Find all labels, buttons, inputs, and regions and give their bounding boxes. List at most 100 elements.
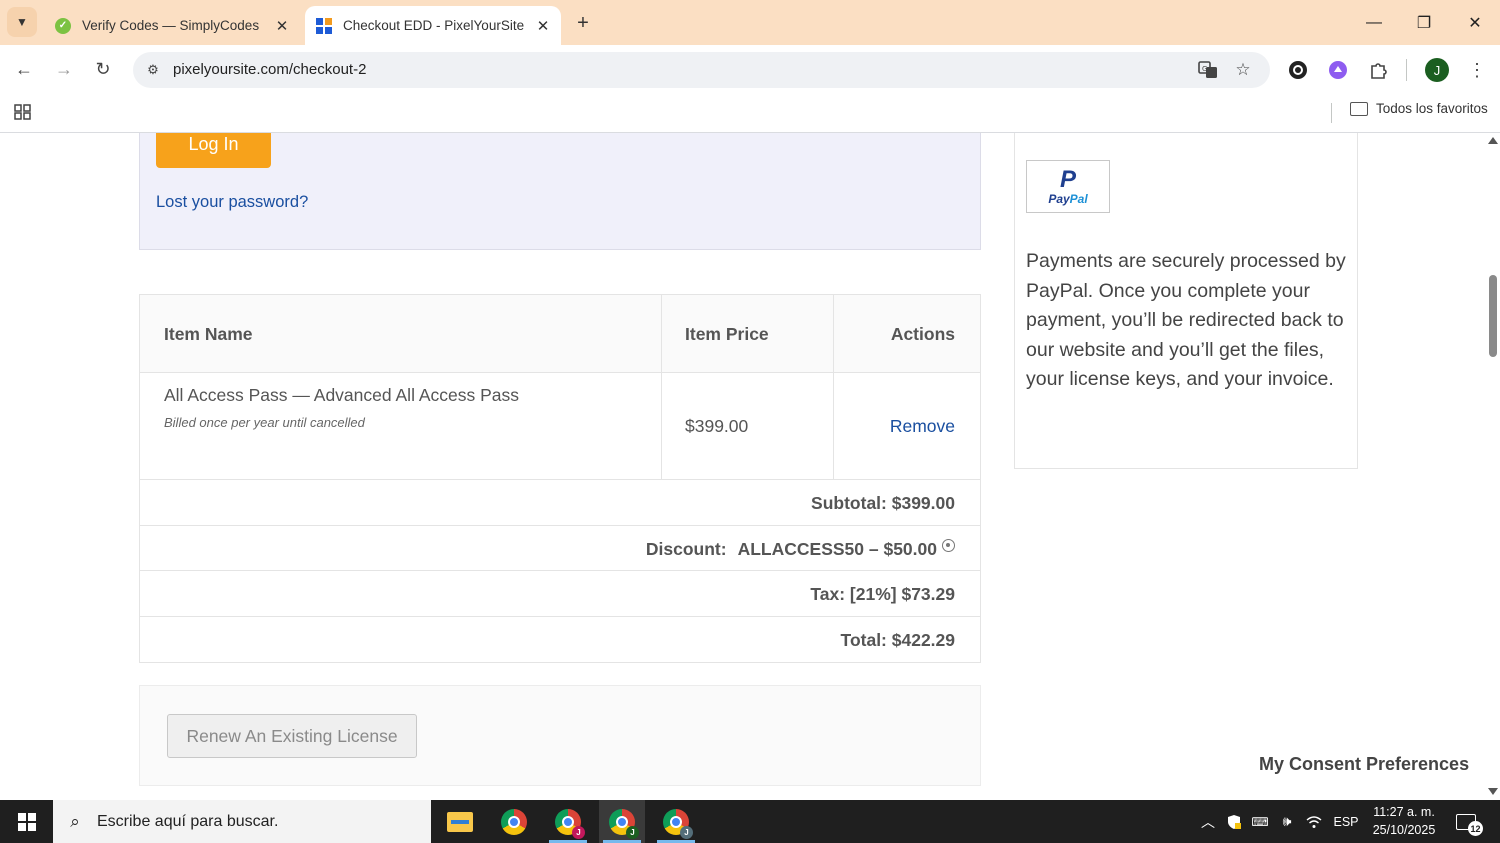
chrome-profile-app[interactable]: J — [653, 800, 699, 843]
close-icon[interactable]: ✕ — [531, 14, 555, 38]
forward-button[interactable]: → — [50, 55, 78, 83]
file-explorer-app[interactable] — [437, 800, 483, 843]
window-close-button[interactable]: ✕ — [1450, 0, 1500, 45]
extension-purple-icon[interactable] — [1326, 58, 1350, 82]
scroll-up-arrow-icon[interactable] — [1488, 137, 1498, 144]
wifi-icon[interactable] — [1302, 800, 1326, 843]
restore-button[interactable]: ❐ — [1399, 0, 1449, 45]
windows-taskbar: ⌕ Escribe aquí para buscar. J J J ︿ ⌨ 🕪 … — [0, 800, 1500, 843]
paypal-mark: P — [1059, 165, 1076, 193]
url-text[interactable]: pixelyoursite.com/checkout-2 — [173, 61, 366, 78]
column-divider — [661, 373, 662, 480]
remove-discount-icon[interactable] — [942, 538, 955, 552]
windows-logo-icon — [17, 812, 36, 831]
payment-description: Payments are securely processed by PayPa… — [1026, 250, 1346, 391]
arrow-right-icon: → — [55, 58, 73, 79]
avatar: J — [1425, 58, 1449, 82]
extensions-puzzle-icon[interactable] — [1366, 58, 1390, 82]
renew-license-button[interactable]: Renew An Existing License — [167, 714, 417, 758]
chrome-profile-icon: J — [609, 808, 639, 839]
site-settings-icon[interactable]: ⚙ — [141, 58, 165, 82]
all-bookmarks-folder[interactable]: Todos los favoritos — [1350, 101, 1488, 116]
profile-avatar[interactable]: J — [1425, 58, 1449, 82]
column-divider — [833, 373, 834, 480]
extension-icon[interactable] — [1286, 58, 1310, 82]
svg-text:G: G — [1202, 65, 1207, 73]
reload-icon: ↻ — [95, 58, 111, 79]
bookmarks-folder-label: Todos los favoritos — [1376, 101, 1488, 116]
taskbar-search[interactable]: ⌕ Escribe aquí para buscar. — [53, 800, 431, 843]
reload-button[interactable]: ↻ — [89, 55, 117, 83]
notification-icon: 12 — [1456, 814, 1483, 836]
page-viewport: Log In Lost your password? Item Name Ite… — [0, 133, 1500, 800]
browser-toolbar: ← → ↻ ⚙ pixelyoursite.com/checkout-2 G ☆… — [0, 45, 1500, 93]
scroll-down-arrow-icon[interactable] — [1488, 788, 1498, 795]
start-button[interactable] — [0, 800, 53, 843]
address-bar[interactable]: ⚙ pixelyoursite.com/checkout-2 G ☆ — [133, 52, 1270, 88]
tax-text: Tax: [21%] $73.29 — [810, 584, 955, 604]
search-icon: ⌕ — [70, 811, 80, 831]
taskbar-clock[interactable]: 11:27 a. m. 25/10/2025 — [1364, 803, 1444, 839]
menu-kebab-icon[interactable]: ⋮ — [1465, 58, 1489, 82]
discount-label: Discount: — [645, 538, 727, 559]
login-form-box: Log In Lost your password? — [139, 133, 981, 250]
simplycodes-icon: ✓ — [54, 17, 72, 35]
paypal-wordmark: PayPal — [1048, 192, 1087, 206]
total-row: Total: $422.29 — [140, 617, 980, 663]
tab-search-button[interactable]: ▼ — [7, 7, 37, 37]
new-tab-button[interactable]: + — [570, 10, 596, 36]
payment-info-box: P PayPal Payments are securely processed… — [1014, 133, 1358, 469]
chrome-profile-app[interactable]: J — [545, 800, 591, 843]
translate-icon[interactable]: G — [1196, 58, 1220, 82]
login-button[interactable]: Log In — [156, 133, 271, 168]
bookmarks-bar: Todos los favoritos — [0, 93, 1500, 133]
back-button[interactable]: ← — [10, 55, 38, 83]
subtotal-text: Subtotal: $399.00 — [811, 493, 955, 513]
paypal-logo: P PayPal — [1026, 160, 1110, 213]
item-price: $399.00 — [685, 416, 749, 436]
close-icon: ✕ — [1468, 14, 1482, 32]
file-explorer-icon — [447, 811, 473, 832]
tab-title: Verify Codes — SimplyCodes — [82, 18, 260, 33]
clock-date: 25/10/2025 — [1372, 823, 1436, 837]
renew-license-box: Renew An Existing License — [139, 685, 981, 786]
bookmark-star-icon[interactable]: ☆ — [1231, 58, 1255, 82]
browser-tab-bar: ▼ ✓ Verify Codes — SimplyCodes ✕ Checkou… — [0, 0, 1500, 45]
scroll-thumb[interactable] — [1489, 275, 1497, 357]
notification-count: 12 — [1468, 821, 1483, 836]
tab-groups-icon[interactable] — [12, 101, 34, 123]
chrome-profile-icon: J — [663, 808, 693, 839]
toolbar-divider — [1406, 59, 1407, 81]
language-indicator[interactable]: ESP — [1331, 800, 1361, 843]
chrome-profile-icon: J — [555, 808, 585, 839]
consent-preferences-link[interactable]: My Consent Preferences — [1259, 754, 1469, 775]
minimize-button[interactable]: — — [1349, 0, 1399, 45]
plus-icon: + — [577, 11, 589, 34]
chrome-profile-app-current[interactable]: J — [599, 800, 645, 843]
security-tray-icon[interactable] — [1222, 800, 1246, 843]
tab-title: Checkout EDD - PixelYourSite — [343, 18, 525, 33]
restore-icon: ❐ — [1416, 14, 1432, 32]
lost-password-link[interactable]: Lost your password? — [156, 193, 308, 212]
tab-simplycodes[interactable]: ✓ Verify Codes — SimplyCodes ✕ — [44, 6, 300, 45]
tab-checkout-edd[interactable]: Checkout EDD - PixelYourSite ✕ — [305, 6, 561, 45]
subtotal-row: Subtotal: $399.00 — [140, 480, 980, 526]
chrome-app[interactable] — [491, 800, 537, 843]
chevron-up-icon: ︿ — [1201, 813, 1215, 830]
remove-item-link[interactable]: Remove — [890, 416, 955, 437]
bookmarks-divider — [1331, 103, 1332, 123]
close-icon[interactable]: ✕ — [270, 14, 294, 38]
cart-table: Item Name Item Price Actions All Access … — [139, 294, 981, 663]
taskbar-search-placeholder: Escribe aquí para buscar. — [97, 812, 279, 830]
ime-tray-icon[interactable]: ⌨ — [1248, 800, 1272, 843]
notification-center-button[interactable]: 12 — [1452, 809, 1483, 836]
cart-header-row: Item Name Item Price Actions — [140, 295, 980, 373]
page-scrollbar[interactable] — [1485, 133, 1500, 800]
total-text: Total: $422.29 — [840, 629, 955, 650]
discount-value: ALLACCESS50 – $50.00 — [737, 538, 937, 559]
folder-icon — [1350, 101, 1368, 116]
volume-icon[interactable]: 🕪 — [1275, 800, 1299, 843]
column-divider — [661, 295, 662, 373]
paypal-word-pal: Pal — [1069, 191, 1088, 206]
show-hidden-icons-button[interactable]: ︿ — [1196, 800, 1220, 843]
